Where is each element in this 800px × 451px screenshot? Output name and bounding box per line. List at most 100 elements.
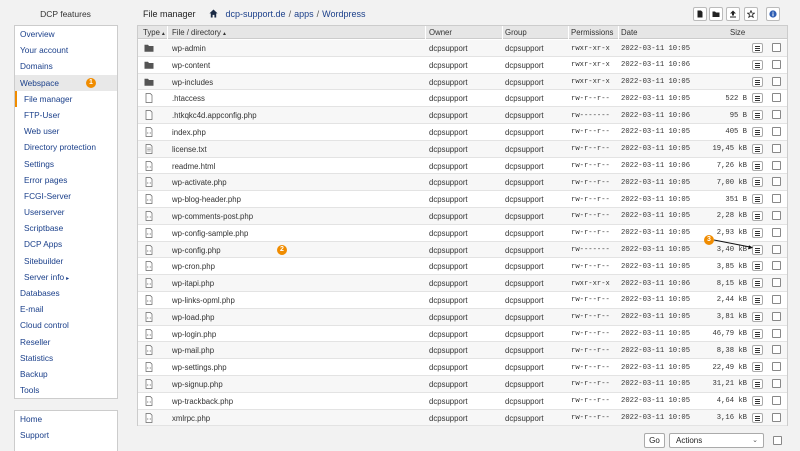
table-row[interactable]: wp-trackback.php dcpsupport dcpsupport rw-r… <box>138 392 787 410</box>
table-row[interactable]: wp-activate.php dcpsupport dcpsupport rw-r-… <box>138 174 787 192</box>
sidebar-item-web-user[interactable]: Web user <box>15 123 117 139</box>
sidebar-item-sitebuilder[interactable]: Sitebuilder <box>15 253 117 269</box>
row-menu-button[interactable] <box>752 160 763 171</box>
row-checkbox[interactable] <box>772 143 781 153</box>
row-checkbox[interactable] <box>772 76 781 86</box>
file-name-link[interactable]: wp-blog-header.php <box>172 195 241 204</box>
sidebar-item-ftp-user[interactable]: FTP-User <box>15 107 117 123</box>
row-menu-button[interactable] <box>752 177 763 188</box>
row-menu-button[interactable] <box>752 412 763 423</box>
new-folder-button[interactable] <box>709 7 723 21</box>
column-date[interactable]: Date <box>621 28 637 37</box>
row-checkbox[interactable] <box>772 378 781 388</box>
table-row[interactable]: wp-content dcpsupport dcpsupport rwxr-xr-x 2… <box>138 56 787 74</box>
sidebar-item-backup[interactable]: Backup <box>15 366 117 382</box>
row-menu-button[interactable] <box>752 76 763 87</box>
row-checkbox[interactable] <box>772 43 781 52</box>
row-checkbox[interactable] <box>772 328 781 338</box>
row-menu-button[interactable] <box>752 43 763 53</box>
file-name-link[interactable]: wp-activate.php <box>172 178 227 187</box>
sidebar-item-overview[interactable]: Overview <box>15 26 117 42</box>
sidebar-item-databases[interactable]: Databases <box>15 285 117 301</box>
table-row[interactable]: wp-login.php dcpsupport dcpsupport rw-r--r-… <box>138 325 787 343</box>
file-name-link[interactable]: xmlrpc.php <box>172 414 210 423</box>
row-menu-button[interactable] <box>752 126 763 137</box>
column-type[interactable]: Type▲ <box>143 28 166 37</box>
table-row[interactable]: wp-config-sample.php dcpsupport dcpsupport… <box>138 224 787 242</box>
sidebar-item-file-manager[interactable]: File manager <box>15 90 117 107</box>
sidebar-item-fcgi-server[interactable]: FCGI-Server <box>15 188 117 204</box>
table-row[interactable]: wp-signup.php dcpsupport dcpsupport rw-r--r… <box>138 375 787 393</box>
table-row[interactable]: xmlrpc.php dcpsupport dcpsupport rw-r--r-- 2… <box>138 409 787 427</box>
file-name-link[interactable]: wp-settings.php <box>172 363 227 372</box>
table-row[interactable]: wp-admin dcpsupport dcpsupport rwxr-xr-x 202… <box>138 40 787 57</box>
row-menu-button[interactable] <box>752 345 763 356</box>
sidebar-item-directory-protection[interactable]: Directory protection <box>15 139 117 155</box>
table-row[interactable]: wp-config.php dcpsupport dcpsupport rw-----… <box>138 234 787 259</box>
row-menu-button[interactable] <box>752 194 763 205</box>
row-checkbox[interactable] <box>772 412 781 422</box>
file-name-link[interactable]: .htaccess <box>172 94 205 103</box>
file-name-link[interactable]: wp-config.php <box>172 246 221 255</box>
row-menu-button[interactable] <box>752 378 763 389</box>
table-row[interactable]: wp-settings.php dcpsupport dcpsupport rw-r-… <box>138 359 787 376</box>
file-name-link[interactable]: wp-trackback.php <box>172 397 233 406</box>
sidebar-item-scriptbase[interactable]: Scriptbase <box>15 220 117 236</box>
row-menu-button[interactable] <box>752 294 763 305</box>
table-row[interactable]: wp-links-opml.php dcpsupport dcpsupport rw-… <box>138 291 787 309</box>
file-name-link[interactable]: index.php <box>172 128 206 137</box>
table-row[interactable]: wp-mail.php dcpsupport dcpsupport rw-r--r--… <box>138 342 787 360</box>
file-name-link[interactable]: wp-login.php <box>172 330 216 339</box>
file-name-link[interactable]: wp-links-opml.php <box>172 296 235 305</box>
sidebar-item-your-account[interactable]: Your account <box>15 42 117 58</box>
sidebar-item-webspace[interactable]: Webspace 1 <box>15 74 117 91</box>
table-row[interactable]: wp-includes dcpsupport dcpsupport rwxr-xr-x… <box>138 73 787 91</box>
go-button[interactable]: Go <box>644 433 665 448</box>
file-name-link[interactable]: wp-config-sample.php <box>172 229 248 238</box>
table-row[interactable]: index.php dcpsupport dcpsupport rw-r--r-- 20… <box>138 123 787 141</box>
table-row[interactable]: .htaccess dcpsupport dcpsupport rw-r--r-- 20… <box>138 90 787 108</box>
row-checkbox[interactable] <box>772 395 781 405</box>
row-checkbox[interactable] <box>772 294 781 304</box>
sidebar-item-domains[interactable]: Domains <box>15 58 117 74</box>
select-all-checkbox[interactable] <box>773 436 782 445</box>
breadcrumb-item[interactable]: Wordpress <box>322 9 365 19</box>
column-name[interactable]: File / directory▲ <box>172 28 227 37</box>
column-permissions[interactable]: Permissions <box>571 28 613 37</box>
file-name-link[interactable]: wp-load.php <box>172 313 214 322</box>
row-checkbox[interactable] <box>772 177 781 187</box>
sidebar-item-e-mail[interactable]: E-mail <box>15 301 117 317</box>
file-name-link[interactable]: wp-cron.php <box>172 262 215 271</box>
file-name-link[interactable]: wp-content <box>172 61 210 70</box>
table-row[interactable]: wp-comments-post.php dcpsupport dcpsupport… <box>138 207 787 225</box>
sidebar-item-support[interactable]: Support <box>15 427 117 443</box>
column-size[interactable]: Size <box>730 28 745 37</box>
row-menu-button[interactable] <box>752 93 763 104</box>
row-menu-button[interactable] <box>752 227 763 238</box>
sidebar-item-home[interactable]: Home <box>15 411 117 427</box>
row-menu-button[interactable] <box>752 59 763 70</box>
row-checkbox[interactable] <box>772 126 781 136</box>
new-file-button[interactable] <box>693 7 707 21</box>
sidebar-item-tools[interactable]: Tools <box>15 382 117 398</box>
row-checkbox[interactable] <box>772 227 781 237</box>
info-button[interactable] <box>766 7 780 21</box>
row-checkbox[interactable] <box>772 278 781 288</box>
upload-button[interactable] <box>726 7 740 21</box>
sidebar-item-userserver[interactable]: Userserver <box>15 204 117 220</box>
file-name-link[interactable]: wp-includes <box>172 78 213 87</box>
row-checkbox[interactable] <box>772 59 781 69</box>
favorite-button[interactable] <box>744 7 758 21</box>
sidebar-item-reseller[interactable]: Reseller <box>15 334 117 350</box>
file-name-link[interactable]: wp-mail.php <box>172 346 214 355</box>
sidebar-item-server-info[interactable]: Server info ▸ <box>15 269 117 285</box>
row-checkbox[interactable] <box>772 311 781 321</box>
file-name-link[interactable]: license.txt <box>172 145 207 154</box>
table-row[interactable]: wp-blog-header.php dcpsupport dcpsupport rw… <box>138 191 787 208</box>
row-menu-button[interactable] <box>752 143 763 154</box>
table-row[interactable]: license.txt dcpsupport dcpsupport rw-r--r--… <box>138 140 787 158</box>
column-group[interactable]: Group <box>505 28 527 37</box>
table-row[interactable]: wp-itapi.php dcpsupport dcpsupport rwxr-xr-… <box>138 275 787 292</box>
sidebar-item-statistics[interactable]: Statistics <box>15 350 117 366</box>
row-checkbox[interactable] <box>772 194 781 204</box>
